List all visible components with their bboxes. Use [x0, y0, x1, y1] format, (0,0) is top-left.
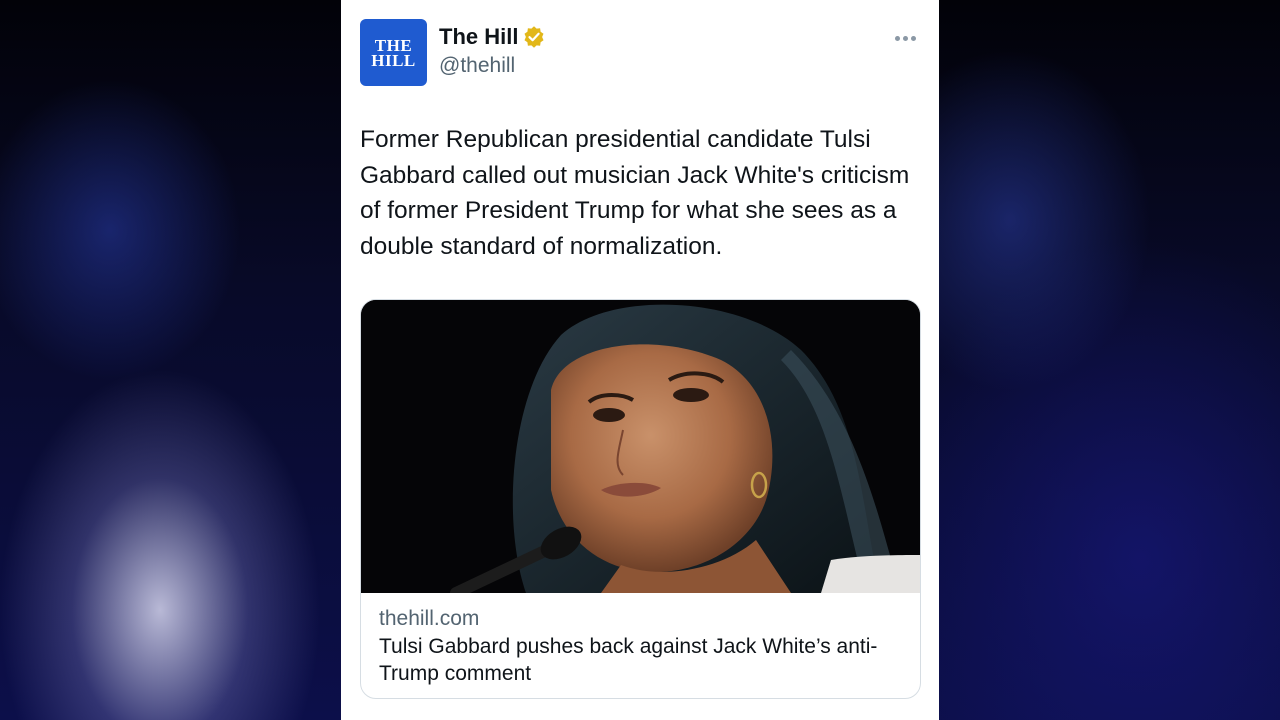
link-preview-card[interactable]: thehill.com Tulsi Gabbard pushes back ag…: [360, 299, 921, 699]
author-handle[interactable]: @thehill: [439, 54, 515, 78]
avatar-text-line2: HILL: [371, 50, 416, 70]
tweet-card: THE HILL The Hill @thehill Former Republ…: [341, 0, 939, 720]
verified-badge-icon: [523, 26, 545, 48]
link-preview-meta: thehill.com Tulsi Gabbard pushes back ag…: [379, 605, 909, 687]
avatar[interactable]: THE HILL: [360, 19, 427, 86]
ellipsis-icon[interactable]: [887, 28, 923, 48]
author-name-row: The Hill: [439, 24, 545, 50]
author-name[interactable]: The Hill: [439, 24, 518, 50]
tweet-text: Former Republican presidential candidate…: [360, 126, 910, 260]
link-domain: thehill.com: [379, 607, 480, 630]
link-headline[interactable]: Tulsi Gabbard pushes back against Jack W…: [379, 633, 909, 687]
link-preview-image[interactable]: [361, 300, 920, 593]
